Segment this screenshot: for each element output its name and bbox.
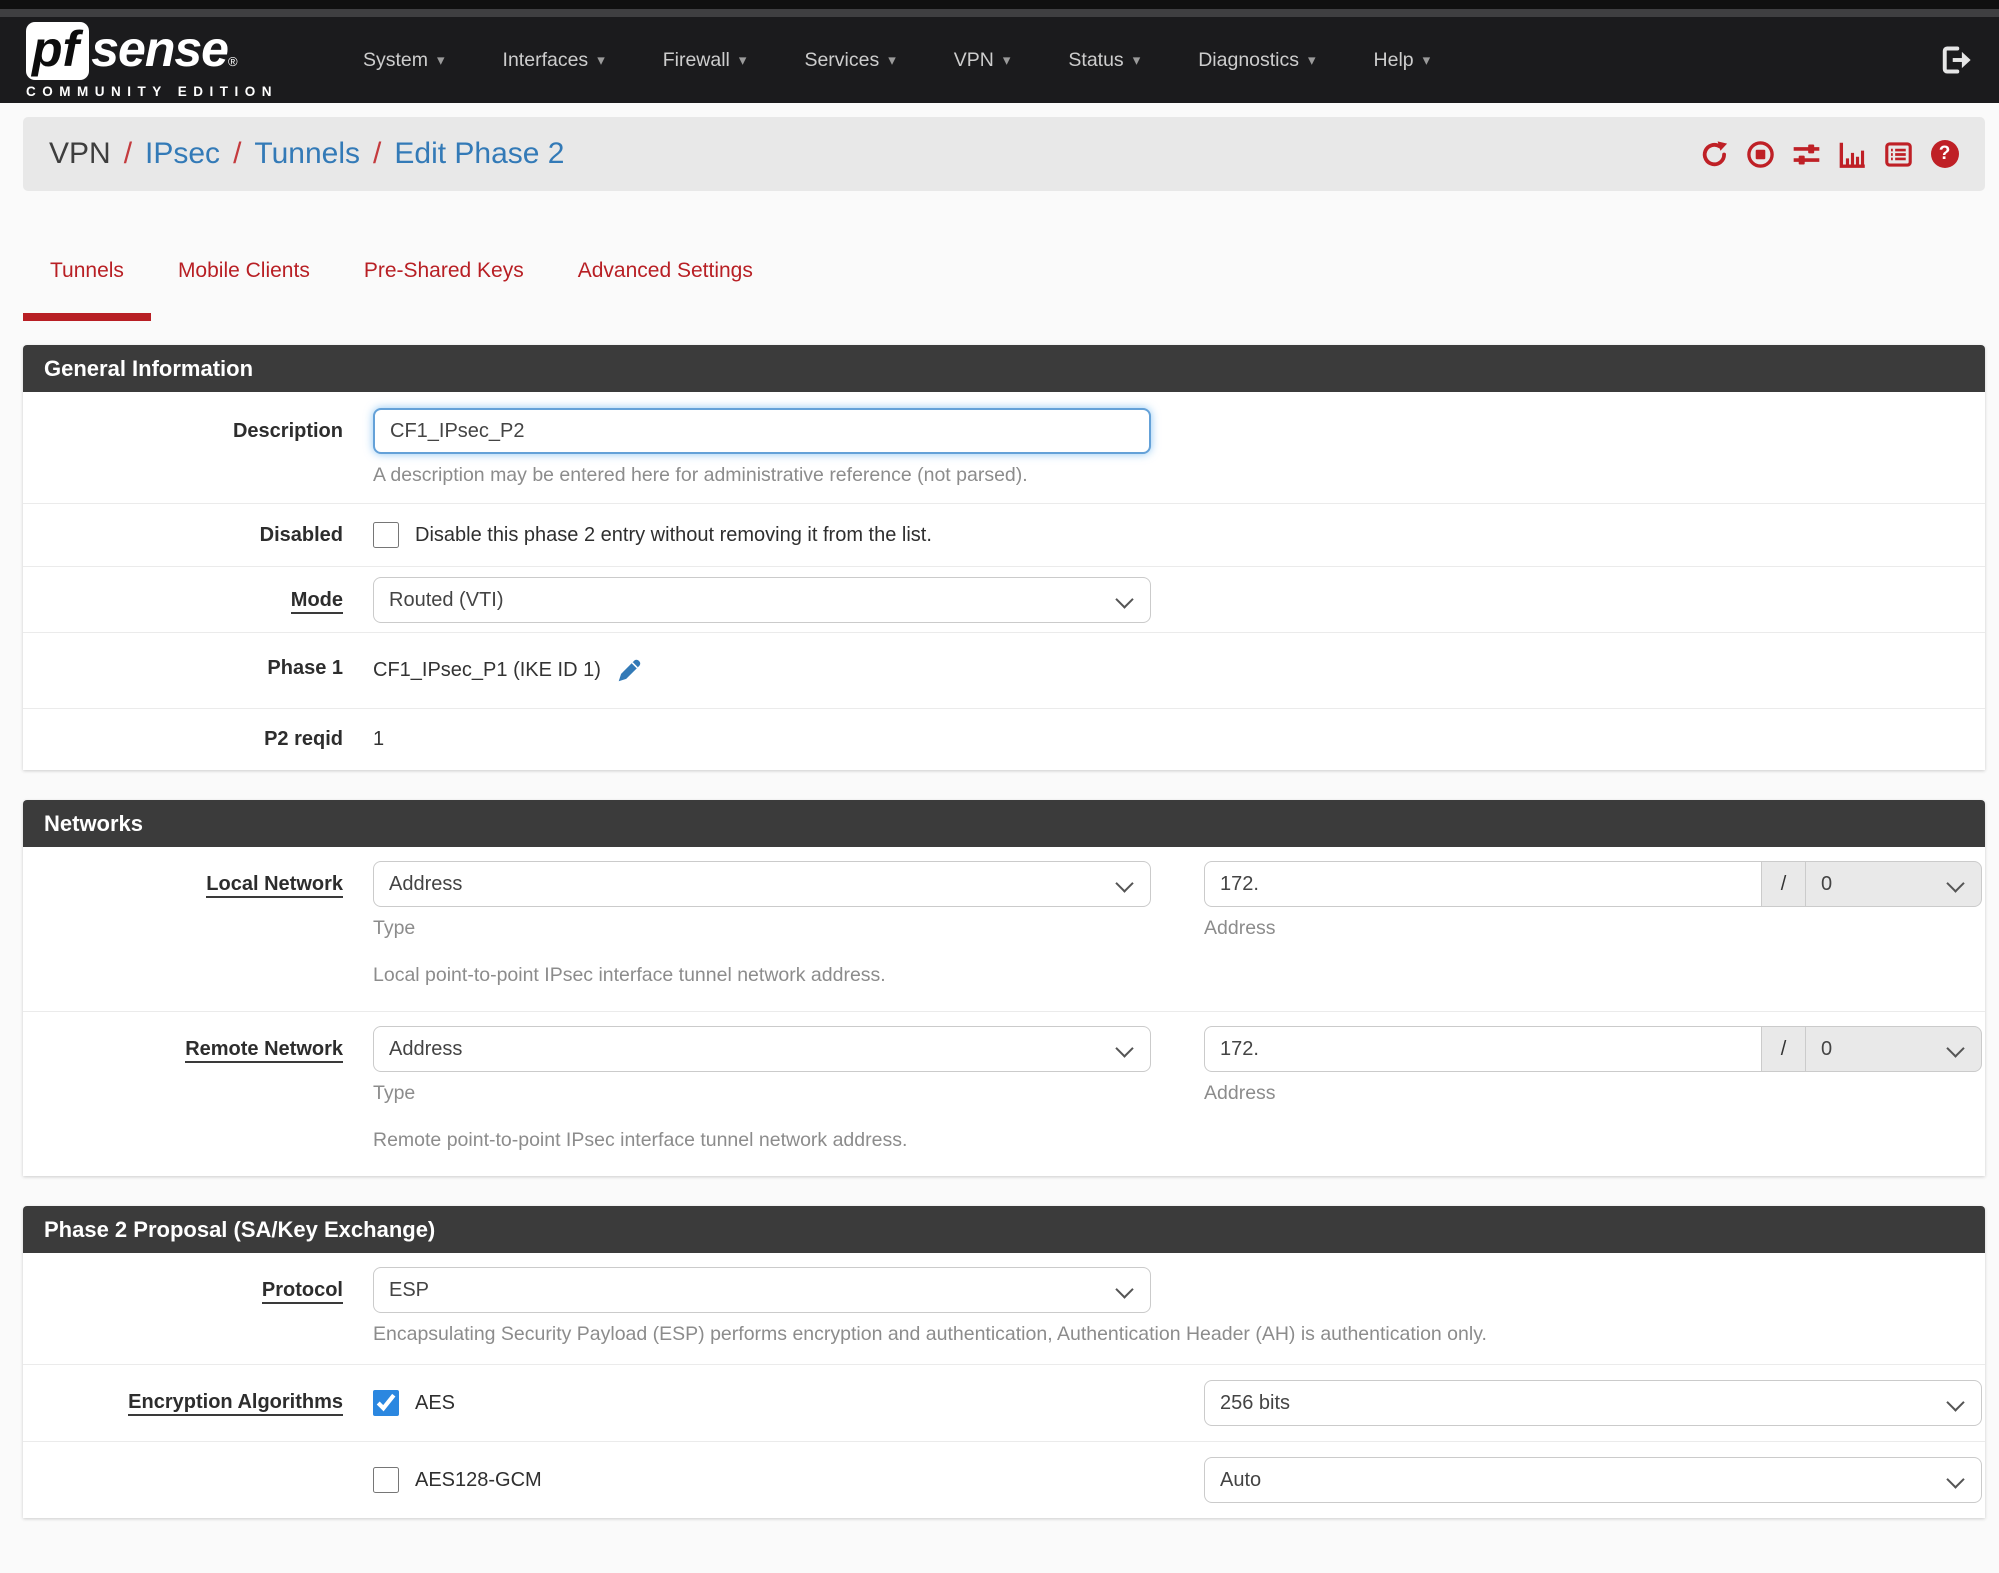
local-network-label: Local Network (23, 861, 373, 898)
tab-tunnels[interactable]: Tunnels (23, 249, 151, 321)
tab-advanced-settings[interactable]: Advanced Settings (551, 249, 780, 321)
chevron-down-icon: ▾ (1132, 52, 1141, 70)
protocol-label: Protocol (23, 1267, 373, 1304)
window-chrome-strip-2 (0, 9, 1999, 17)
page-action-icons: ? (1700, 140, 1959, 169)
menu-diagnostics[interactable]: Diagnostics ▾ (1169, 49, 1344, 72)
tab-mobile-clients[interactable]: Mobile Clients (151, 249, 337, 321)
menu-interfaces[interactable]: Interfaces ▾ (474, 49, 634, 72)
breadcrumb-vpn: VPN (49, 137, 111, 170)
breadcrumb-link-edit-phase-2[interactable]: Edit Phase 2 (394, 137, 564, 171)
local-network-address-help: Address (1204, 917, 1276, 939)
remote-network-type-help: Type (373, 1082, 416, 1104)
sign-out-icon[interactable] (1939, 43, 1973, 77)
local-network-mask-select[interactable]: 0 (1806, 861, 1982, 907)
encryption-algorithms-label: Encryption Algorithms (23, 1380, 373, 1416)
encryption-algorithm-row: Encryption Algorithms AES 256 bits (23, 1364, 1985, 1441)
log-icon[interactable] (1884, 140, 1913, 169)
chevron-down-icon: ▾ (1308, 52, 1316, 70)
remote-network-address-help: Address (1204, 1082, 1276, 1104)
protocol-select[interactable]: ESP (373, 1267, 1151, 1313)
stop-circle-icon[interactable] (1746, 140, 1775, 169)
breadcrumb: VPN / IPsec / Tunnels / Edit Phase 2 (49, 137, 565, 171)
menu-services[interactable]: Services ▾ (775, 49, 924, 72)
disabled-row: Disabled Disable this phase 2 entry with… (23, 503, 1985, 566)
description-label: Description (232, 420, 343, 442)
panel-title: General Information (23, 345, 1985, 392)
phase1-value: CF1_IPsec_P1 (IKE ID 1) (373, 658, 601, 681)
phase1-label: Phase 1 (267, 657, 343, 679)
breadcrumb-link-ipsec[interactable]: IPsec (145, 137, 220, 171)
top-navbar: pf sense ® COMMUNITY EDITION System ▾ Int… (0, 17, 1999, 103)
encryption-algorithm-row: AES128-GCM Auto (23, 1441, 1985, 1518)
tab-pre-shared-keys[interactable]: Pre-Shared Keys (337, 249, 551, 321)
mode-select[interactable]: Routed (VTI) (373, 577, 1151, 623)
redo-icon[interactable] (1700, 140, 1729, 169)
aes128-gcm-label: AES128-GCM (415, 1468, 542, 1491)
protocol-row: Protocol ESP Encapsulating Security Payl… (23, 1253, 1985, 1364)
chevron-down-icon: ▾ (1422, 52, 1431, 70)
description-row: Description A description may be entered… (23, 392, 1985, 503)
window-chrome-strip (0, 0, 1999, 9)
breadcrumb-bar: VPN / IPsec / Tunnels / Edit Phase 2 ? (23, 117, 1985, 191)
disabled-label: Disabled (259, 524, 343, 546)
panel-title: Networks (23, 800, 1985, 847)
remote-network-mask-select[interactable]: 0 (1806, 1026, 1982, 1072)
menu-system[interactable]: System ▾ (334, 49, 474, 72)
navbar-menu: System ▾ Interfaces ▾ Firewall ▾ Services ▾ … (334, 49, 1459, 72)
mode-row: Mode Routed (VTI) (23, 566, 1985, 632)
remote-network-mask-separator: / (1762, 1026, 1806, 1072)
p2-reqid-value: 1 (373, 728, 385, 750)
menu-status[interactable]: Status ▾ (1039, 49, 1169, 72)
disabled-checkbox[interactable] (373, 522, 399, 548)
panel-networks: Networks Local Network Address Type Loca… (23, 800, 1985, 1176)
remote-network-address-input[interactable] (1204, 1026, 1762, 1072)
aes128-gcm-checkbox[interactable] (373, 1467, 399, 1493)
bar-chart-icon[interactable] (1838, 140, 1867, 169)
logo-registered-mark: ® (227, 53, 238, 69)
local-network-mask-separator: / (1762, 861, 1806, 907)
p2-reqid-label: P2 reqid (264, 728, 343, 750)
mode-label: Mode (23, 577, 373, 614)
description-help: A description may be entered here for ad… (373, 464, 1028, 486)
logo-pf-box: pf (26, 21, 90, 80)
local-network-address-input[interactable] (1204, 861, 1762, 907)
chevron-down-icon: ▾ (1002, 52, 1011, 70)
local-network-row: Local Network Address Type Local point-t… (23, 847, 1985, 1011)
remote-network-row: Remote Network Address Type Remote point… (23, 1011, 1985, 1176)
breadcrumb-link-tunnels[interactable]: Tunnels (254, 137, 360, 171)
aes-checkbox[interactable] (373, 1390, 399, 1416)
sliders-icon[interactable] (1792, 140, 1821, 169)
aes-bits-select[interactable]: 256 bits (1204, 1380, 1982, 1426)
chevron-down-icon: ▾ (888, 52, 896, 70)
p2-reqid-row: P2 reqid 1 (23, 708, 1985, 770)
menu-firewall[interactable]: Firewall ▾ (634, 49, 776, 72)
local-network-type-help: Type (373, 917, 416, 939)
pfsense-logo[interactable]: pf sense ® COMMUNITY EDITION (26, 20, 278, 99)
aes-label: AES (415, 1391, 456, 1414)
disabled-checkbox-label: Disable this phase 2 entry without remov… (415, 523, 932, 546)
remote-network-description: Remote point-to-point IPsec interface tu… (373, 1129, 908, 1151)
menu-vpn[interactable]: VPN ▾ (925, 49, 1040, 72)
ipsec-tabs: Tunnels Mobile Clients Pre-Shared Keys A… (23, 249, 1999, 321)
remote-network-label: Remote Network (23, 1026, 373, 1063)
menu-help[interactable]: Help ▾ (1345, 49, 1460, 72)
chevron-down-icon: ▾ (437, 52, 445, 70)
chevron-down-icon: ▾ (597, 52, 605, 70)
aes128-gcm-bits-select[interactable]: Auto (1204, 1457, 1982, 1503)
logo-edition-text: COMMUNITY EDITION (26, 83, 278, 99)
remote-network-type-select[interactable]: Address (373, 1026, 1151, 1072)
protocol-help: Encapsulating Security Payload (ESP) per… (373, 1323, 1487, 1345)
help-icon[interactable]: ? (1930, 140, 1959, 169)
chevron-down-icon: ▾ (738, 52, 747, 70)
local-network-description: Local point-to-point IPsec interface tun… (373, 964, 886, 986)
description-input[interactable] (373, 408, 1151, 454)
panel-phase2-proposal: Phase 2 Proposal (SA/Key Exchange) Proto… (23, 1206, 1985, 1518)
panel-title: Phase 2 Proposal (SA/Key Exchange) (23, 1206, 1985, 1253)
panel-general-information: General Information Description A descri… (23, 345, 1985, 770)
logo-sense-text: sense (91, 20, 229, 77)
local-network-type-select[interactable]: Address (373, 861, 1151, 907)
edit-pencil-icon[interactable] (616, 657, 643, 684)
phase1-row: Phase 1 CF1_IPsec_P1 (IKE ID 1) (23, 632, 1985, 708)
